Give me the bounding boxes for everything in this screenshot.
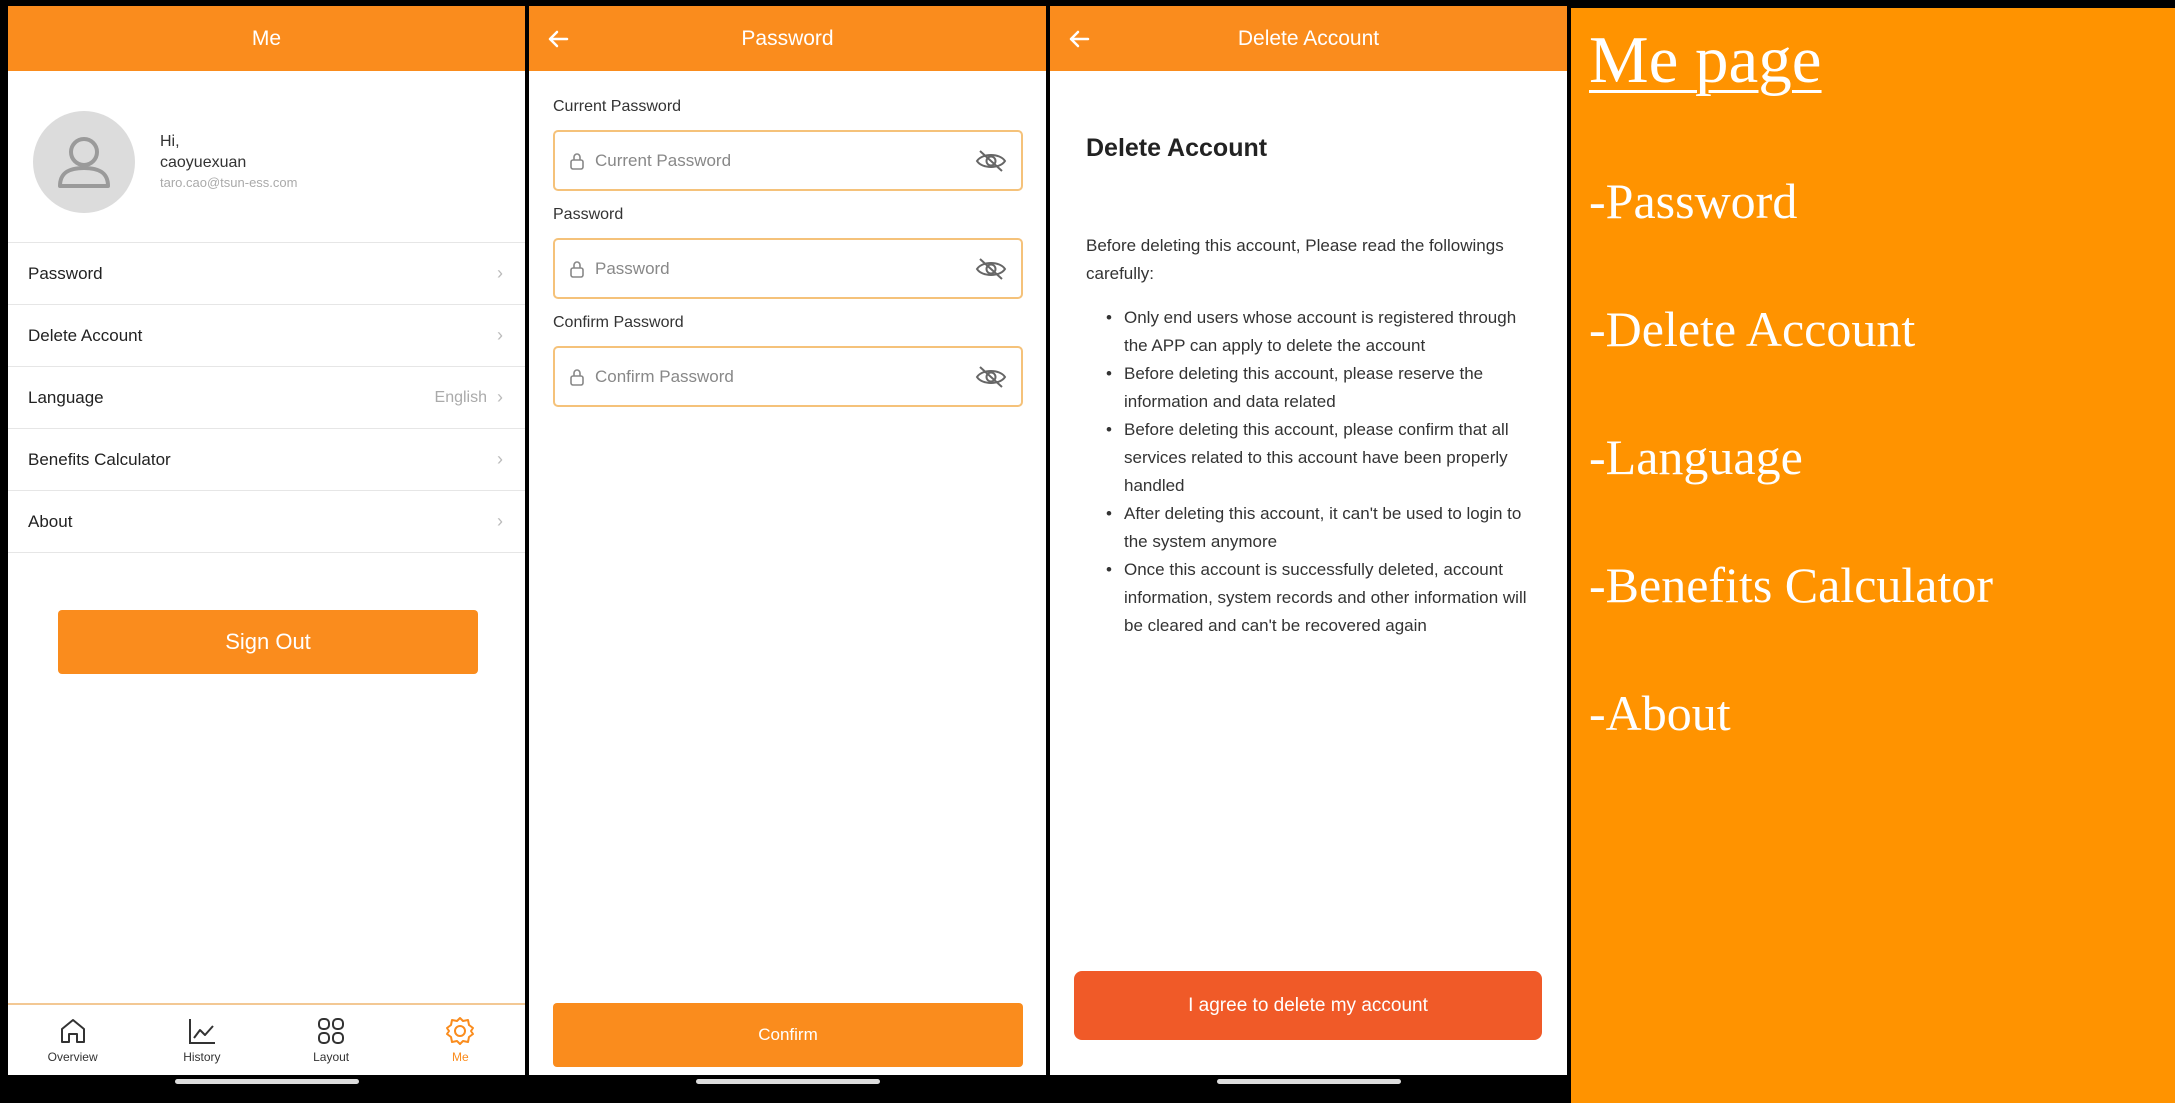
delete-app-bar: Delete Account: [1050, 6, 1567, 71]
menu-item-password[interactable]: Password ›: [8, 243, 525, 305]
chart-icon: [188, 1019, 215, 1044]
confirm-password-placeholder: Confirm Password: [595, 366, 734, 386]
password-title: Password: [741, 26, 834, 50]
back-button[interactable]: [547, 6, 587, 71]
list-item: Once this account is successfully delete…: [1106, 556, 1531, 640]
lock-icon: [569, 368, 585, 386]
language-value: English: [434, 388, 487, 406]
panel-item: -Delete Account: [1589, 301, 1916, 357]
list-item: Before deleting this account, please res…: [1106, 360, 1531, 416]
confirm-password-label: Confirm Password: [553, 314, 684, 331]
delete-account-screen: Delete Account Delete Account Before del…: [1050, 6, 1567, 1089]
tab-label: History: [183, 1050, 221, 1064]
tab-label: Layout: [313, 1050, 350, 1064]
chevron-right-icon: ›: [497, 325, 503, 345]
current-password-label: Current Password: [553, 98, 682, 115]
password-placeholder: Password: [595, 258, 670, 278]
eye-off-icon[interactable]: [975, 364, 1007, 390]
tab-me[interactable]: Me: [396, 1005, 525, 1075]
agree-delete-button[interactable]: I agree to delete my account: [1074, 971, 1542, 1040]
arrow-left-icon: [548, 30, 569, 47]
list-item: After deleting this account, it can't be…: [1106, 500, 1531, 556]
delete-heading: Delete Account: [1086, 134, 1268, 162]
home-indicator: [8, 1075, 525, 1089]
panel-item: -Language: [1589, 429, 1803, 485]
user-icon: [58, 137, 110, 188]
greeting: Hi,: [160, 133, 180, 150]
menu-item-label: Password: [28, 263, 103, 283]
arrow-left-icon: [1069, 30, 1090, 47]
confirm-button[interactable]: Confirm: [553, 1003, 1023, 1067]
profile-section: Hi, caoyuexuan taro.cao@tsun-ess.com: [8, 71, 525, 243]
current-password-field[interactable]: Current Password: [553, 130, 1023, 191]
panel-item: -Benefits Calculator: [1589, 557, 1994, 613]
delete-intro: Before deleting this account, Please rea…: [1086, 236, 1504, 283]
home-indicator: [529, 1075, 1046, 1089]
panel-title: Me page: [1589, 23, 1822, 97]
password-screen: Password Current Password Current Passwo…: [529, 6, 1046, 1089]
password-label: Password: [553, 206, 624, 223]
grid-icon: [318, 1018, 345, 1044]
tab-label: Me: [452, 1050, 469, 1064]
me-screen: Me Hi, caoyuexuan taro.cao@tsun-ess.com …: [8, 6, 525, 1089]
menu-item-language[interactable]: Language English ›: [8, 367, 525, 429]
password-app-bar: Password: [529, 6, 1046, 71]
username: caoyuexuan: [160, 154, 247, 171]
menu-item-label: Benefits Calculator: [28, 449, 171, 469]
delete-notice-list: Only end users whose account is register…: [1106, 304, 1531, 640]
sign-out-button[interactable]: Sign Out: [58, 610, 478, 674]
me-app-bar: Me: [8, 6, 525, 71]
lock-icon: [569, 260, 585, 278]
current-password-placeholder: Current Password: [595, 150, 732, 170]
password-field[interactable]: Password: [553, 238, 1023, 299]
bottom-tab-bar: Overview History Layout Me: [8, 1003, 525, 1075]
home-indicator: [1050, 1075, 1567, 1089]
menu-item-delete-account[interactable]: Delete Account ›: [8, 305, 525, 367]
gear-icon: [446, 1017, 475, 1045]
menu-item-label: About: [28, 511, 73, 531]
summary-panel: Me page -Password -Delete Account -Langu…: [1571, 8, 2175, 1103]
tab-layout[interactable]: Layout: [267, 1005, 396, 1075]
chevron-right-icon: ›: [497, 511, 503, 531]
back-button[interactable]: [1068, 6, 1108, 71]
list-item: Only end users whose account is register…: [1106, 304, 1531, 360]
panel-item: -Password: [1589, 173, 1798, 229]
menu-item-label: Delete Account: [28, 325, 143, 345]
avatar[interactable]: [33, 111, 135, 213]
chevron-right-icon: ›: [497, 263, 503, 283]
home-icon: [60, 1019, 85, 1043]
list-item: Before deleting this account, please con…: [1106, 416, 1531, 500]
menu-item-label: Language: [28, 387, 104, 407]
chevron-right-icon: ›: [497, 449, 503, 469]
tab-history[interactable]: History: [137, 1005, 266, 1075]
eye-off-icon[interactable]: [975, 256, 1007, 282]
lock-icon: [569, 152, 585, 170]
panel-item: -About: [1589, 685, 1731, 741]
eye-off-icon[interactable]: [975, 148, 1007, 174]
menu-item-about[interactable]: About ›: [8, 491, 525, 553]
settings-menu: Password › Delete Account › Language Eng…: [8, 243, 525, 553]
tab-label: Overview: [47, 1050, 98, 1064]
delete-title: Delete Account: [1237, 26, 1380, 50]
user-email: taro.cao@tsun-ess.com: [160, 175, 298, 190]
me-title: Me: [251, 26, 282, 50]
menu-item-benefits-calculator[interactable]: Benefits Calculator ›: [8, 429, 525, 491]
confirm-password-field[interactable]: Confirm Password: [553, 346, 1023, 407]
tab-overview[interactable]: Overview: [8, 1005, 137, 1075]
chevron-right-icon: ›: [497, 387, 503, 407]
